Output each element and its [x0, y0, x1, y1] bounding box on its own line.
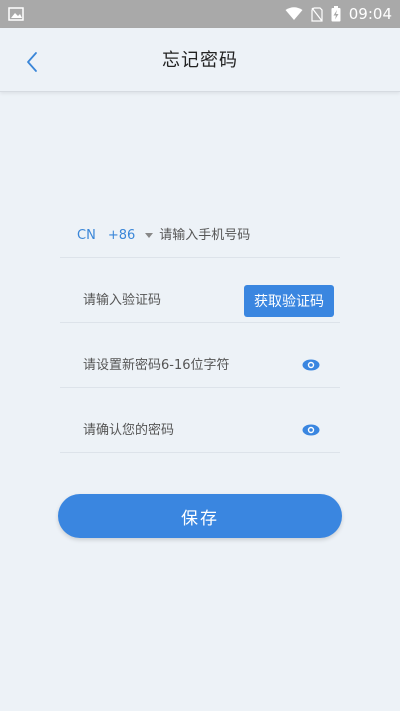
status-time: 09:04: [348, 5, 392, 23]
verification-code-input[interactable]: [60, 285, 240, 316]
phone-input[interactable]: [159, 220, 330, 251]
page-title: 忘记密码: [162, 50, 238, 71]
country-code: CN: [77, 228, 96, 243]
new-password-input[interactable]: [60, 350, 275, 381]
get-code-button[interactable]: 获取验证码: [244, 285, 334, 317]
verification-code-row: 获取验证码: [60, 279, 340, 323]
save-button[interactable]: 保存: [58, 494, 342, 538]
phone-row: CN +86: [60, 214, 340, 258]
eye-icon[interactable]: [302, 424, 320, 436]
image-icon: [8, 7, 24, 21]
no-sim-icon: [311, 6, 323, 22]
battery-charging-icon: [331, 6, 341, 22]
reset-password-form: CN +86 获取验证码: [60, 214, 340, 453]
dial-code: +86: [107, 228, 136, 243]
top-bar: 忘记密码: [0, 28, 400, 92]
caret-down-icon: [145, 233, 154, 238]
new-password-row: [60, 344, 340, 388]
confirm-password-input[interactable]: [60, 415, 260, 446]
country-code-selector[interactable]: CN +86: [60, 228, 154, 243]
wifi-icon: [285, 7, 303, 20]
confirm-password-row: [60, 409, 340, 453]
status-bar: 09:04: [0, 0, 400, 28]
eye-icon[interactable]: [302, 359, 320, 371]
